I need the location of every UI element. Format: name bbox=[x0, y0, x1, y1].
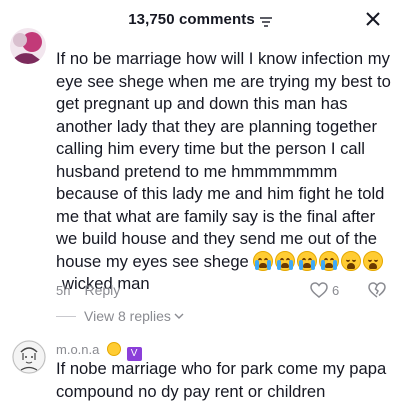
weary-face-icon bbox=[363, 250, 384, 271]
filter-icon[interactable] bbox=[259, 14, 272, 27]
astonished-face-icon bbox=[106, 342, 121, 356]
heart-icon bbox=[310, 282, 328, 298]
avatar[interactable] bbox=[12, 340, 46, 374]
comment-meta: 5h Reply bbox=[56, 282, 120, 298]
like-count: 6 bbox=[332, 282, 340, 298]
username-text: m.o.n.a bbox=[56, 342, 100, 357]
divider bbox=[56, 315, 76, 317]
avatar[interactable] bbox=[10, 28, 46, 64]
weary-face-icon bbox=[341, 250, 362, 271]
chevron-down-icon bbox=[174, 313, 184, 319]
loudly-crying-face-icon bbox=[297, 250, 318, 271]
loudly-crying-face-icon bbox=[319, 250, 340, 271]
comment-item: m.o.n.a V If nobe marriage who for park … bbox=[0, 338, 400, 401]
loudly-crying-face-icon bbox=[253, 250, 274, 271]
comments-count-title: 13,750 comments bbox=[128, 10, 255, 28]
comment-time: 5h bbox=[56, 282, 71, 298]
reply-button[interactable]: Reply bbox=[84, 282, 120, 298]
comment-body: If no be marriage how will I know infect… bbox=[56, 49, 391, 271]
comment-text: If no be marriage how will I know infect… bbox=[56, 48, 391, 296]
broken-heart-icon bbox=[368, 282, 386, 298]
dislike-button[interactable] bbox=[368, 281, 386, 304]
view-replies-label: View 8 replies bbox=[84, 308, 171, 324]
comment-item: If no be marriage how will I know infect… bbox=[0, 26, 400, 336]
emoji-row bbox=[253, 250, 384, 271]
view-replies-button[interactable]: View 8 replies bbox=[56, 308, 184, 324]
like-button[interactable]: 6 bbox=[310, 282, 339, 298]
loudly-crying-face-icon bbox=[275, 250, 296, 271]
comment-text: If nobe marriage who for park come my pa… bbox=[56, 359, 387, 401]
close-icon bbox=[366, 12, 380, 26]
